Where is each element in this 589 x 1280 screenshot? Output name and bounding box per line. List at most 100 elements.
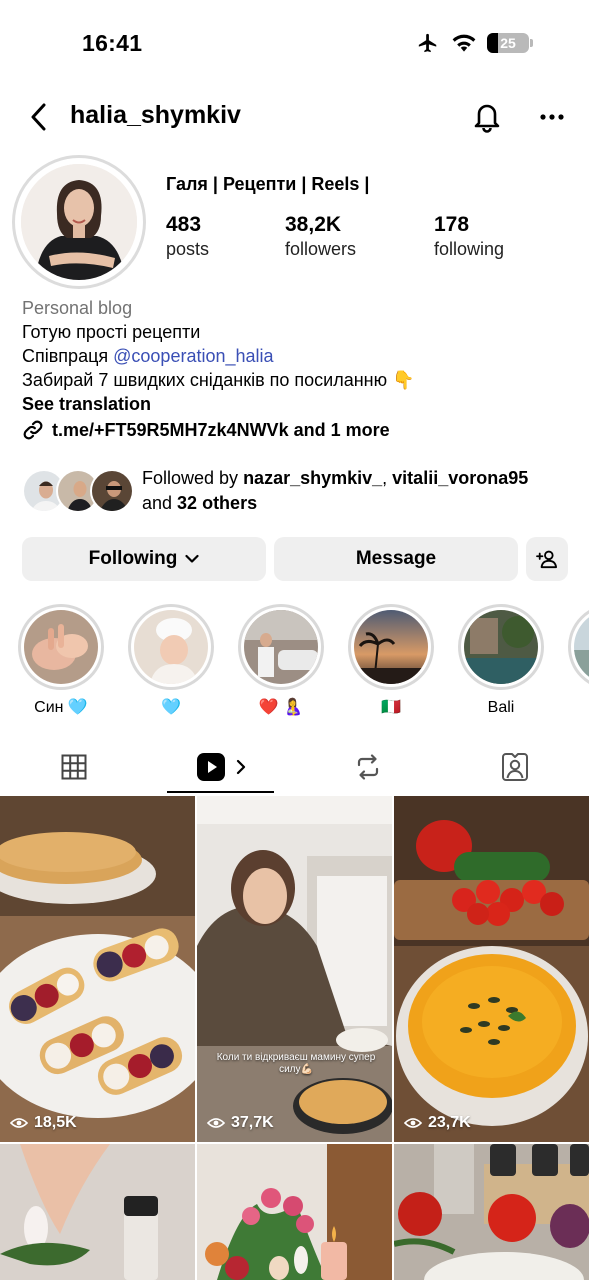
mutual-user-2[interactable]: vitalii_vorona95: [392, 468, 528, 488]
message-button-label: Message: [355, 548, 437, 569]
highlight-cover: [354, 610, 428, 684]
mutual-others-count[interactable]: 32 others: [177, 493, 257, 513]
posts-value: 483: [166, 213, 202, 236]
tab-reposts[interactable]: [314, 740, 421, 794]
display-name: Галя | Рецепти | Reels |: [166, 174, 370, 194]
repost-icon: [357, 754, 378, 780]
bio-mention-link[interactable]: @cooperation_halia: [113, 346, 273, 366]
followers-count[interactable]: 38,2K followers: [285, 212, 356, 260]
followed-by[interactable]: Followed by nazar_shymkiv_, vitalii_voro…: [22, 466, 582, 516]
mutual-avatars: [22, 469, 134, 513]
reel-thumbnail[interactable]: [197, 1144, 392, 1280]
highlight-cover: [464, 610, 538, 684]
eye-icon: [10, 1118, 28, 1128]
eye-icon: [207, 1118, 225, 1128]
highlight-ring: [458, 604, 544, 690]
followed-by-separator: ,: [382, 468, 393, 488]
view-count: 37,7K: [207, 1114, 274, 1132]
followed-by-text: Followed by nazar_shymkiv_, vitalii_voro…: [142, 466, 528, 516]
reel-caption: Коли ти відкриваєш мамину супер силу💪🏻: [216, 1052, 376, 1075]
highlight-item[interactable]: 🇮🇹: [346, 604, 436, 718]
profile-header: halia_shymkiv: [0, 95, 589, 139]
status-time: 16:41: [82, 30, 143, 56]
highlight-label: 🩵: [161, 699, 181, 716]
bio-line-1: Готую прості рецепти: [22, 322, 201, 342]
bell-icon: [474, 104, 500, 133]
eye-icon: [404, 1118, 422, 1128]
reels-grid: 18,5K Коли ти відкриваєш мамину супер си…: [0, 796, 589, 1280]
highlight-ring: [18, 604, 104, 690]
mutual-user-1[interactable]: nazar_shymkiv_: [243, 468, 382, 488]
profile-avatar[interactable]: [12, 155, 146, 289]
highlight-cover: [574, 610, 589, 684]
tagged-person-icon: [501, 753, 528, 781]
suggested-users-button[interactable]: [526, 537, 568, 581]
wifi-icon: [452, 34, 476, 52]
bio-line-2-prefix: Співпраця: [22, 346, 114, 366]
view-count-value: 18,5K: [34, 1114, 77, 1131]
chevron-left-icon: [31, 103, 46, 131]
profile-content-tabs: [0, 740, 589, 794]
reels-icon: [196, 753, 225, 781]
story-highlights: Син 🩵 🩵 ❤️ 🤱 🇮🇹 Bali: [0, 604, 589, 724]
reel-thumbnail[interactable]: [394, 1144, 589, 1280]
highlight-label: Bali: [487, 699, 515, 716]
following-button[interactable]: Following: [22, 537, 266, 581]
profile-category: Personal blog: [22, 298, 133, 318]
view-count-value: 37,7K: [231, 1114, 274, 1131]
see-translation-link[interactable]: See translation: [22, 392, 582, 416]
highlight-label: [566, 698, 589, 718]
airplane-icon: [418, 33, 437, 53]
tab-posts-grid[interactable]: [20, 740, 127, 794]
reel-thumbnail[interactable]: [0, 1144, 195, 1280]
tab-reels[interactable]: [167, 740, 274, 794]
followed-by-and: and: [142, 493, 178, 513]
bio-line-3: Забирай 7 швидких сніданків по посиланню…: [22, 370, 415, 390]
followers-label: followers: [285, 239, 357, 259]
more-horizontal-icon: [540, 114, 564, 120]
add-person-icon: [536, 550, 557, 569]
reel-thumbnail[interactable]: Коли ти відкриваєш мамину супер силу💪🏻 3…: [197, 796, 392, 1142]
reel-thumbnail[interactable]: 23,7K: [394, 796, 589, 1142]
highlight-item[interactable]: Bali: [456, 604, 546, 718]
highlight-label: Син 🩵: [34, 699, 88, 716]
avatar-photo: [21, 164, 137, 280]
posts-count[interactable]: 483 posts: [166, 212, 209, 260]
highlight-ring: [568, 604, 589, 690]
highlight-ring: [128, 604, 214, 690]
chevron-down-icon: [185, 554, 199, 563]
highlight-item[interactable]: ❤️ 🤱: [236, 604, 326, 718]
highlight-cover: [24, 610, 98, 684]
posts-label: posts: [166, 239, 210, 259]
followed-by-prefix: Followed by: [142, 468, 244, 488]
view-count-value: 23,7K: [428, 1114, 471, 1131]
highlight-label: 🇮🇹: [381, 699, 401, 716]
highlight-label: ❤️ 🤱: [258, 699, 304, 716]
following-count[interactable]: 178 following: [434, 212, 504, 260]
battery-level: 25: [500, 35, 516, 51]
following-value: 178: [434, 213, 470, 236]
following-label: following: [434, 239, 505, 259]
chevron-right-icon: [236, 759, 245, 775]
status-bar: 16:41 25: [0, 0, 589, 88]
profile-bio: Personal blog Готую прості рецепти Співп…: [22, 296, 582, 442]
highlight-cover: [244, 610, 318, 684]
highlight-ring: [348, 604, 434, 690]
reel-thumbnail[interactable]: 18,5K: [0, 796, 195, 1142]
message-button[interactable]: Message: [274, 537, 518, 581]
followers-value: 38,2K: [285, 213, 342, 236]
highlight-ring: [238, 604, 324, 690]
highlight-item[interactable]: Син 🩵: [16, 604, 106, 718]
following-button-label: Following: [88, 548, 178, 569]
status-icons: 25: [415, 32, 533, 54]
view-count: 18,5K: [10, 1114, 77, 1132]
highlight-item[interactable]: 🩵: [126, 604, 216, 718]
tab-tagged[interactable]: [461, 740, 568, 794]
active-tab-indicator: [167, 791, 274, 793]
notifications-button[interactable]: [470, 99, 504, 135]
highlight-item[interactable]: [566, 604, 589, 718]
bio-line-2: Співпраця @cooperation_halia: [22, 344, 582, 368]
bio-external-link[interactable]: t.me/+FT59R5MH7zk4NWVk and 1 more: [22, 418, 582, 442]
back-button[interactable]: [22, 99, 54, 135]
more-options-button[interactable]: [536, 99, 568, 135]
